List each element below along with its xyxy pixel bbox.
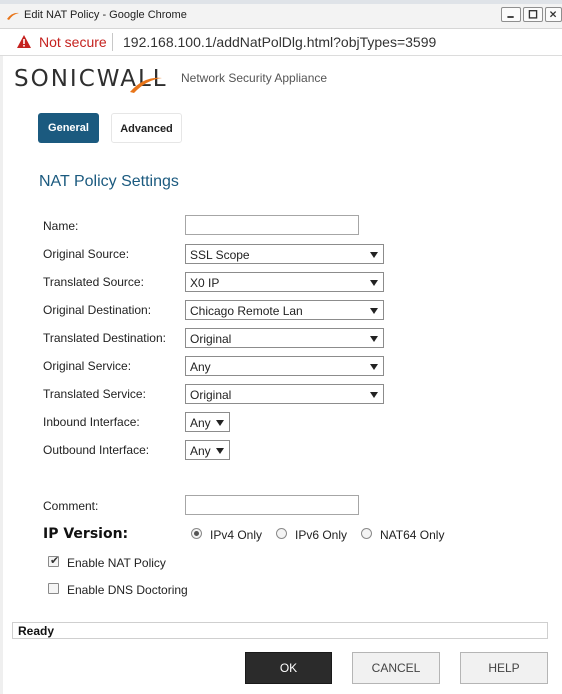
original-service-label: Original Service:	[43, 359, 132, 373]
sonicwall-swoosh-icon	[7, 12, 19, 20]
checkmark-icon: ✔	[50, 555, 60, 567]
ip-version-label: IP Version:	[43, 526, 129, 542]
close-button[interactable]	[545, 7, 562, 22]
dropdown-arrow-icon	[216, 448, 224, 454]
name-label: Name:	[43, 219, 79, 233]
cancel-button[interactable]: CANCEL	[352, 652, 440, 684]
nat64-only-radio[interactable]	[361, 528, 372, 539]
help-button[interactable]: HELP	[460, 652, 548, 684]
section-title: NAT Policy Settings	[39, 173, 179, 190]
minimize-icon	[507, 16, 514, 18]
tab-advanced[interactable]: Advanced	[111, 113, 182, 143]
window-title-bar: Edit NAT Policy - Google Chrome	[0, 4, 562, 29]
maximize-button[interactable]	[523, 7, 543, 22]
original-destination-label: Original Destination:	[43, 303, 152, 317]
translated-source-value: X0 IP	[190, 276, 220, 290]
dropdown-arrow-icon	[370, 280, 378, 286]
original-service-value: Any	[190, 360, 211, 374]
name-input[interactable]	[185, 215, 359, 235]
ok-button[interactable]: OK	[245, 652, 332, 684]
nat64-only-label[interactable]: NAT64 Only	[380, 528, 444, 542]
url-text[interactable]: 192.168.100.1/addNatPolDlg.html?objTypes…	[123, 34, 436, 50]
ipv4-only-radio[interactable]	[191, 528, 202, 539]
ipv4-only-label[interactable]: IPv4 Only	[210, 528, 262, 542]
close-icon	[549, 11, 557, 18]
translated-source-label: Translated Source:	[43, 275, 144, 289]
inbound-interface-select[interactable]: Any	[185, 412, 230, 432]
translated-destination-value: Original	[190, 332, 232, 346]
translated-source-select[interactable]: X0 IP	[185, 272, 384, 292]
address-divider	[112, 33, 113, 51]
sonicwall-logo: SONICWALL	[14, 66, 166, 94]
original-service-select[interactable]: Any	[185, 356, 384, 376]
dropdown-arrow-icon	[370, 252, 378, 258]
translated-service-value: Original	[190, 388, 232, 402]
inbound-interface-label: Inbound Interface:	[43, 415, 140, 429]
dropdown-arrow-icon	[216, 420, 224, 426]
status-text: Ready	[18, 624, 55, 638]
page-left-border	[0, 56, 3, 694]
ipv6-only-label[interactable]: IPv6 Only	[295, 528, 347, 542]
address-bar[interactable]: Not secure 192.168.100.1/addNatPolDlg.ht…	[0, 29, 562, 56]
header-tagline: Network Security Appliance	[181, 71, 328, 85]
inbound-interface-value: Any	[190, 416, 211, 430]
maximize-icon	[528, 10, 538, 19]
dropdown-arrow-icon	[370, 336, 378, 342]
status-bar: Ready	[12, 622, 548, 639]
warning-triangle-icon	[17, 35, 31, 48]
not-secure-label[interactable]: Not secure	[39, 34, 107, 50]
translated-destination-select[interactable]: Original	[185, 328, 384, 348]
enable-dns-doctoring-checkbox[interactable]	[48, 583, 59, 594]
dropdown-arrow-icon	[370, 308, 378, 314]
enable-nat-policy-checkbox[interactable]: ✔	[48, 555, 60, 567]
translated-service-label: Translated Service:	[43, 387, 146, 401]
translated-destination-label: Translated Destination:	[43, 331, 166, 345]
logo-swoosh-icon	[130, 77, 162, 93]
translated-service-select[interactable]: Original	[185, 384, 384, 404]
outbound-interface-label: Outbound Interface:	[43, 443, 150, 457]
minimize-button[interactable]	[501, 7, 521, 22]
outbound-interface-value: Any	[190, 444, 211, 458]
comment-input[interactable]	[185, 495, 359, 515]
original-source-label: Original Source:	[43, 247, 130, 261]
window-title: Edit NAT Policy - Google Chrome	[24, 9, 187, 21]
outbound-interface-select[interactable]: Any	[185, 440, 230, 460]
original-destination-select[interactable]: Chicago Remote Lan	[185, 300, 384, 320]
enable-nat-policy-label[interactable]: Enable NAT Policy	[67, 556, 166, 570]
original-source-value: SSL Scope	[190, 248, 250, 262]
ipv6-only-radio[interactable]	[276, 528, 287, 539]
dropdown-arrow-icon	[370, 364, 378, 370]
comment-label: Comment:	[43, 499, 99, 513]
original-destination-value: Chicago Remote Lan	[190, 304, 303, 318]
original-source-select[interactable]: SSL Scope	[185, 244, 384, 264]
tab-general[interactable]: General	[38, 113, 99, 143]
dropdown-arrow-icon	[370, 392, 378, 398]
enable-dns-doctoring-label[interactable]: Enable DNS Doctoring	[67, 583, 188, 597]
